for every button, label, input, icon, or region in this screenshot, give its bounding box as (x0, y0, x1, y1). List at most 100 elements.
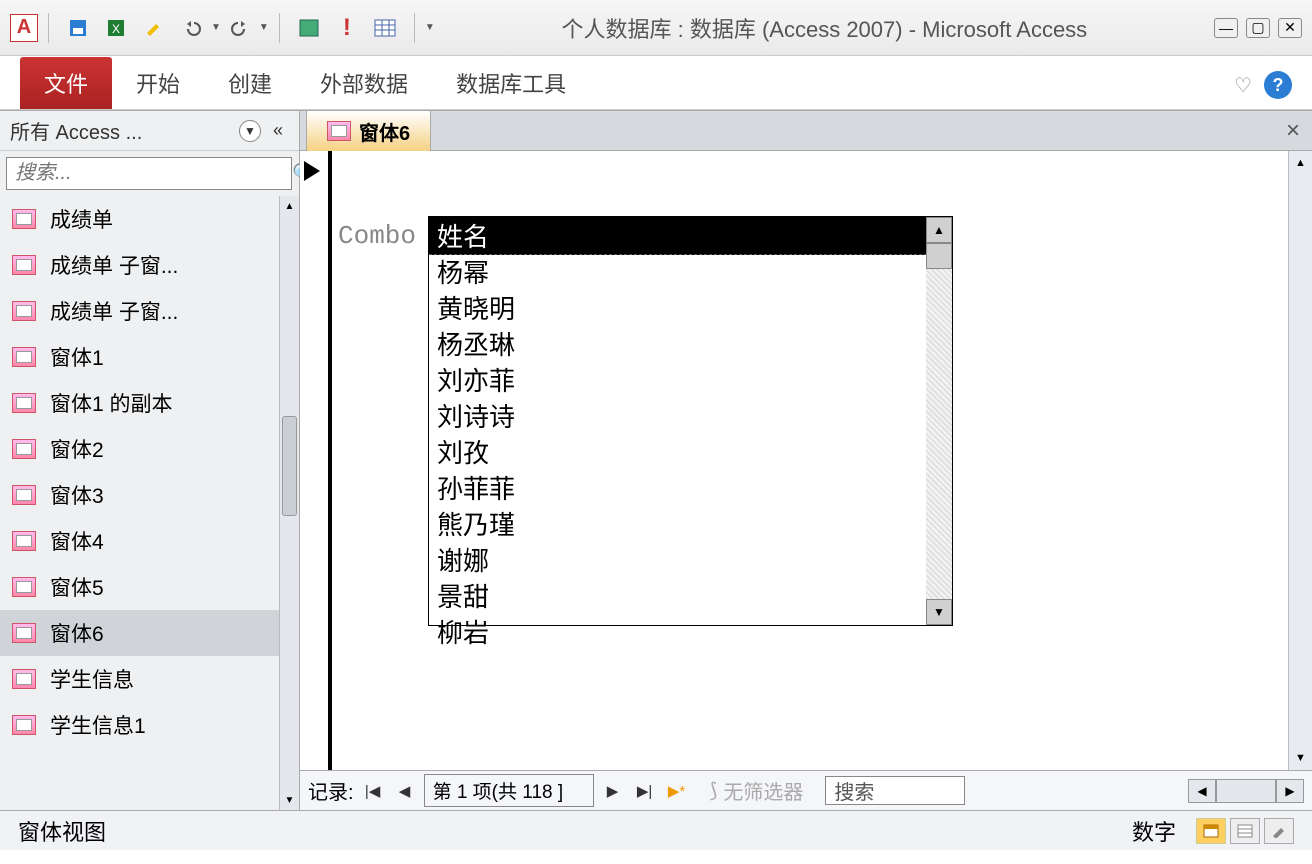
nav-item[interactable]: 学生信息 (0, 656, 299, 702)
form-icon (12, 439, 36, 459)
main-scroll-down-icon[interactable]: ▼ (1289, 746, 1312, 770)
form-view-button[interactable] (1196, 818, 1226, 844)
combo-dropdown[interactable]: 姓名 杨幂黄晓明杨丞琳刘亦菲刘诗诗刘孜孙菲菲熊乃瑾谢娜景甜柳岩 ▲ ▼ (428, 216, 953, 626)
combo-scroll-up-icon[interactable]: ▲ (926, 217, 952, 243)
scroll-thumb[interactable] (282, 416, 297, 516)
tab-database-tools[interactable]: 数据库工具 (432, 57, 590, 109)
form-icon (12, 255, 36, 275)
form-icon (327, 121, 351, 141)
access-logo-icon: A (10, 14, 38, 42)
svg-text:X: X (112, 22, 120, 36)
tab-external-data[interactable]: 外部数据 (296, 57, 432, 109)
combo-option[interactable]: 孙菲菲 (429, 471, 952, 507)
nav-item[interactable]: 窗体1 的副本 (0, 380, 299, 426)
form-icon (12, 301, 36, 321)
nav-item[interactable]: 学生信息1 (0, 702, 299, 748)
nav-header[interactable]: 所有 Access ... ▼ « (0, 111, 299, 151)
record-position[interactable]: 第 1 项(共 118 ] (424, 774, 594, 807)
record-search-input[interactable] (825, 776, 965, 805)
tab-file[interactable]: 文件 (20, 57, 112, 109)
combo-option[interactable]: 景甜 (429, 579, 952, 615)
combo-option[interactable]: 杨幂 (429, 255, 952, 291)
combo-scrollbar[interactable]: ▲ ▼ (926, 217, 952, 625)
undo-icon[interactable] (177, 13, 207, 43)
alert-icon[interactable]: ! (332, 13, 362, 43)
minimize-ribbon-icon[interactable]: ♡ (1234, 73, 1252, 98)
form-canvas: Combo 姓名 杨幂黄晓明杨丞琳刘亦菲刘诗诗刘孜孙菲菲熊乃瑾谢娜景甜柳岩 ▲ … (300, 151, 1312, 810)
nav-item[interactable]: 成绩单 子窗... (0, 288, 299, 334)
combo-option[interactable]: 刘孜 (429, 435, 952, 471)
combo-option[interactable]: 谢娜 (429, 543, 952, 579)
window-title: 个人数据库 : 数据库 (Access 2007) - Microsoft Ac… (435, 12, 1214, 44)
input-mode-label: 数字 (1132, 815, 1176, 847)
navigation-pane: 所有 Access ... ▼ « 🔍 成绩单成绩单 子窗...成绩单 子窗..… (0, 111, 300, 810)
minimize-button[interactable]: — (1214, 18, 1238, 38)
nav-item[interactable]: 窗体3 (0, 472, 299, 518)
nav-item[interactable]: 窗体1 (0, 334, 299, 380)
nav-dropdown-icon[interactable]: ▼ (239, 120, 261, 142)
tab-close-icon[interactable]: × (1286, 117, 1300, 145)
nav-item-label: 成绩单 子窗... (50, 296, 178, 326)
nav-item[interactable]: 窗体2 (0, 426, 299, 472)
main-scroll-up-icon[interactable]: ▲ (1289, 151, 1312, 175)
next-record-button[interactable]: ▶ (600, 778, 626, 804)
nav-item-label: 窗体1 的副本 (50, 388, 173, 418)
combo-option[interactable]: 刘诗诗 (429, 399, 952, 435)
excel-export-icon[interactable]: X (101, 13, 131, 43)
form-icon (12, 485, 36, 505)
tab-home[interactable]: 开始 (112, 57, 204, 109)
nav-item-label: 窗体1 (50, 342, 104, 372)
nav-item[interactable]: 成绩单 子窗... (0, 242, 299, 288)
redo-icon[interactable] (225, 13, 255, 43)
combo-option[interactable]: 刘亦菲 (429, 363, 952, 399)
nav-item[interactable]: 成绩单 (0, 196, 299, 242)
filter-indicator: ⟆ 无筛选器 (710, 776, 804, 805)
datasheet-view-button[interactable] (1230, 818, 1260, 844)
form-icon (12, 209, 36, 229)
nav-item[interactable]: 窗体5 (0, 564, 299, 610)
prev-record-button[interactable]: ◀ (392, 778, 418, 804)
last-record-button[interactable]: ▶| (632, 778, 658, 804)
nav-search-input[interactable] (6, 157, 292, 190)
title-bar: A X ▼ ▼ ! ▼ 个人数据库 : 数据库 (Access 2007) - … (0, 0, 1312, 56)
nav-item-label: 窗体5 (50, 572, 104, 602)
record-selector-icon[interactable] (304, 161, 320, 181)
hscroll-right-icon[interactable]: ▶ (1276, 779, 1304, 803)
highlight-icon[interactable] (139, 13, 169, 43)
main-vertical-scrollbar[interactable]: ▲ ▼ (1288, 151, 1312, 770)
combo-scroll-thumb[interactable] (926, 243, 952, 269)
form-design-icon[interactable] (294, 13, 324, 43)
nav-object-list: 成绩单成绩单 子窗...成绩单 子窗...窗体1窗体1 的副本窗体2窗体3窗体4… (0, 196, 299, 810)
hscroll-left-icon[interactable]: ◀ (1188, 779, 1216, 803)
nav-item[interactable]: 窗体6 (0, 610, 299, 656)
combo-option[interactable]: 杨丞琳 (429, 327, 952, 363)
help-icon[interactable]: ? (1264, 71, 1292, 99)
design-view-button[interactable] (1264, 818, 1294, 844)
combo-header[interactable]: 姓名 (429, 217, 952, 255)
save-icon[interactable] (63, 13, 93, 43)
first-record-button[interactable]: |◀ (360, 778, 386, 804)
document-tab-bar: 窗体6 × (300, 111, 1312, 151)
maximize-button[interactable]: ▢ (1246, 18, 1270, 38)
scroll-down-icon[interactable]: ▼ (280, 790, 299, 810)
combo-option[interactable]: 熊乃瑾 (429, 507, 952, 543)
new-record-button[interactable]: ▶* (664, 778, 690, 804)
datasheet-icon[interactable] (370, 13, 400, 43)
nav-collapse-icon[interactable]: « (267, 120, 289, 142)
combo-scroll-down-icon[interactable]: ▼ (926, 599, 952, 625)
nav-item[interactable]: 窗体4 (0, 518, 299, 564)
record-navigator: 记录: |◀ ◀ 第 1 项(共 118 ] ▶ ▶| ▶* ⟆ 无筛选器 ◀ … (300, 770, 1312, 810)
ribbon-tabs: 文件 开始 创建 外部数据 数据库工具 ♡ ? (0, 56, 1312, 110)
filter-icon: ⟆ (710, 778, 718, 803)
close-button[interactable]: ✕ (1278, 18, 1302, 38)
nav-item-label: 窗体2 (50, 434, 104, 464)
tab-create[interactable]: 创建 (204, 57, 296, 109)
nav-scrollbar[interactable]: ▲ ▼ (279, 196, 299, 810)
document-tab-label: 窗体6 (359, 117, 410, 146)
scroll-up-icon[interactable]: ▲ (280, 196, 299, 216)
document-tab[interactable]: 窗体6 (306, 110, 431, 152)
hscroll-track[interactable] (1216, 779, 1276, 803)
nav-item-label: 窗体4 (50, 526, 104, 556)
combo-option[interactable]: 黄晓明 (429, 291, 952, 327)
combo-option[interactable]: 柳岩 (429, 615, 952, 651)
